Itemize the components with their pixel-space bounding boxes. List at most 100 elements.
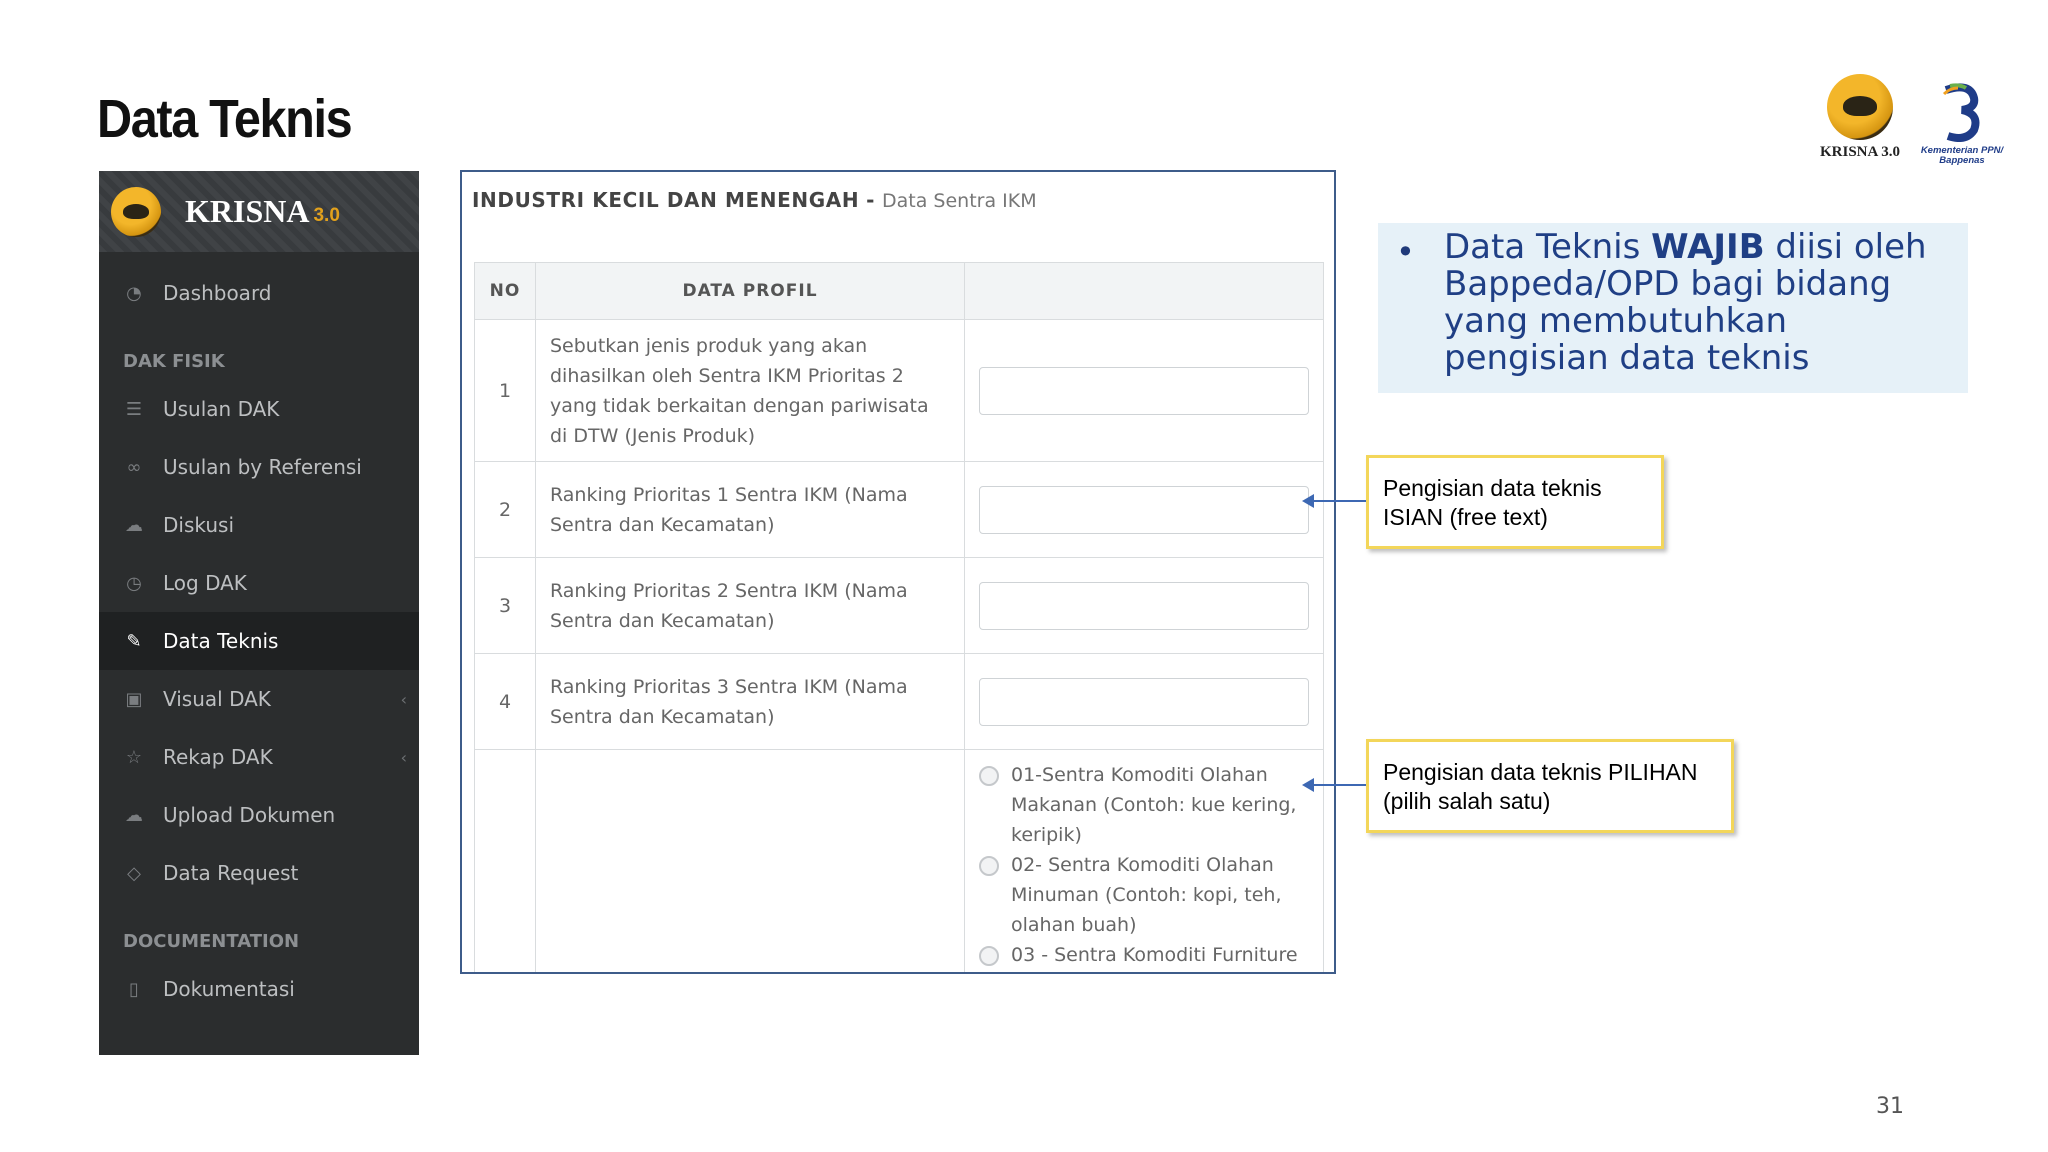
table-row: 4 Ranking Prioritas 3 Sentra IKM (Nama S…	[474, 653, 1324, 750]
row-question: Sebutkan jenis produk yang akan dihasilk…	[535, 319, 965, 462]
arrow-isian	[1302, 494, 1366, 508]
row-number: 4	[474, 653, 536, 750]
sidebar: KRISNA 3.0 ◔ Dashboard DAK FISIK ☰ Usula…	[99, 171, 419, 1055]
info-text-part1: Data Teknis	[1444, 227, 1652, 267]
form-title-separator: -	[866, 188, 876, 212]
radio-button[interactable]	[979, 766, 999, 786]
radio-option-makanan[interactable]: 01-Sentra Komoditi Olahan Makanan (Conto…	[979, 760, 1309, 850]
chevron-left-icon: ‹	[400, 747, 407, 767]
sidebar-item-dokumentasi[interactable]: ▯ Dokumentasi	[99, 960, 419, 1018]
radio-option-minuman[interactable]: 02- Sentra Komoditi Olahan Minuman (Cont…	[979, 850, 1309, 940]
sidebar-item-label: Log DAK	[163, 571, 247, 595]
clock-icon: ◷	[126, 572, 142, 594]
link-icon: ∞	[126, 456, 142, 478]
bappenas-mark-icon	[1942, 83, 1980, 142]
sidebar-item-usulan-dak[interactable]: ☰ Usulan DAK	[99, 380, 419, 438]
sidebar-item-label: Diskusi	[163, 513, 234, 537]
paperclip-icon: ✎	[126, 630, 142, 652]
column-header-value	[964, 262, 1324, 320]
bullet-icon: •	[1396, 233, 1415, 271]
sidebar-item-label: Usulan by Referensi	[163, 455, 362, 479]
row-question	[535, 749, 965, 972]
radio-button[interactable]	[979, 946, 999, 966]
data-profil-table: NO DATA PROFIL 1 Sebutkan jenis produk y…	[474, 262, 1324, 972]
sidebar-item-usulan-by-referensi[interactable]: ∞ Usulan by Referensi	[99, 438, 419, 496]
row-answer-cell	[964, 653, 1324, 750]
chevron-left-icon: ‹	[400, 689, 407, 709]
brand-name: KRISNA	[185, 193, 310, 229]
row-answer-cell	[964, 461, 1324, 558]
tag-icon: ◇	[127, 862, 141, 884]
row-question: Ranking Prioritas 3 Sentra IKM (Nama Sen…	[535, 653, 965, 750]
sidebar-item-label: Dokumentasi	[163, 977, 295, 1001]
info-text-emphasis: WAJIB	[1651, 227, 1765, 267]
row-question: Ranking Prioritas 2 Sentra IKM (Nama Sen…	[535, 557, 965, 654]
sidebar-section-documentation: DOCUMENTATION	[123, 931, 300, 952]
sidebar-item-log-dak[interactable]: ◷ Log DAK	[99, 554, 419, 612]
sidebar-item-label: Dashboard	[163, 281, 272, 305]
form-subtitle: Data Sentra IKM	[882, 190, 1037, 212]
ranking-prioritas-2-input[interactable]	[979, 581, 1309, 630]
jenis-produk-input[interactable]	[979, 366, 1309, 415]
sidebar-item-label: Visual DAK	[163, 687, 271, 711]
sidebar-item-dashboard[interactable]: ◔ Dashboard	[99, 264, 419, 322]
table-row: 1 Sebutkan jenis produk yang akan dihasi…	[474, 319, 1324, 462]
krisna-logo: KRISNA 3.0	[1810, 74, 1910, 161]
sidebar-item-label: Usulan DAK	[163, 397, 280, 421]
sidebar-item-data-request[interactable]: ◇ Data Request	[99, 844, 419, 902]
krisna-logo-caption: KRISNA 3.0	[1819, 144, 1901, 160]
table-header-row: NO DATA PROFIL	[474, 262, 1324, 320]
sidebar-item-diskusi[interactable]: ☁ Diskusi	[99, 496, 419, 554]
page-number: 31	[1876, 1094, 1904, 1119]
table-row: 3 Ranking Prioritas 2 Sentra IKM (Nama S…	[474, 557, 1324, 654]
arrow-pilihan	[1302, 778, 1366, 792]
radio-option-furniture[interactable]: 03 - Sentra Komoditi Furniture	[979, 940, 1309, 970]
slide-title: Data Teknis	[97, 89, 353, 149]
data-teknis-form-panel: INDUSTRI KECIL DAN MENENGAH - Data Sentr…	[460, 170, 1336, 974]
radio-option-label: 02- Sentra Komoditi Olahan Minuman (Cont…	[1011, 854, 1282, 936]
sidebar-brand[interactable]: KRISNA 3.0	[99, 171, 419, 252]
bappenas-logo: Kementerian PPN/ Bappenas	[1912, 82, 2012, 166]
row-number	[474, 749, 536, 972]
table-row: 01-Sentra Komoditi Olahan Makanan (Conto…	[474, 749, 1324, 972]
sidebar-item-visual-dak[interactable]: ▣ Visual DAK ‹	[99, 670, 419, 728]
row-answer-cell	[964, 557, 1324, 654]
sidebar-section-dak-fisik: DAK FISIK	[123, 351, 225, 372]
sidebar-item-label: Upload Dokumen	[163, 803, 336, 827]
radio-button[interactable]	[979, 856, 999, 876]
dashboard-icon: ◔	[126, 282, 142, 304]
sidebar-item-label: Data Request	[163, 861, 299, 885]
callout-pilihan: Pengisian data teknis PILIHAN (pilih sal…	[1366, 739, 1734, 833]
brand-version: 3.0	[313, 204, 340, 226]
column-header-data-profil: DATA PROFIL	[535, 262, 965, 320]
sidebar-item-rekap-dak[interactable]: ☆ Rekap DAK ‹	[99, 728, 419, 786]
krisna-seal-icon	[1827, 74, 1893, 140]
callout-isian: Pengisian data teknis ISIAN (free text)	[1366, 455, 1664, 549]
sidebar-item-data-teknis[interactable]: ✎ Data Teknis	[99, 612, 419, 670]
info-box: • Data Teknis WAJIB diisi oleh Bappeda/O…	[1378, 223, 1968, 393]
column-header-no: NO	[474, 262, 536, 320]
radio-option-label: 01-Sentra Komoditi Olahan Makanan (Conto…	[1011, 764, 1297, 846]
table-row: 2 Ranking Prioritas 1 Sentra IKM (Nama S…	[474, 461, 1324, 558]
book-icon: ▯	[129, 978, 139, 1000]
form-title-main: INDUSTRI KECIL DAN MENENGAH	[472, 188, 860, 212]
ranking-prioritas-3-input[interactable]	[979, 677, 1309, 726]
sidebar-item-upload-dokumen[interactable]: ☁ Upload Dokumen	[99, 786, 419, 844]
row-number: 3	[474, 557, 536, 654]
row-answer-cell	[964, 319, 1324, 462]
star-icon: ☆	[125, 746, 143, 768]
row-number: 1	[474, 319, 536, 462]
info-text: Data Teknis WAJIB diisi oleh Bappeda/OPD…	[1444, 229, 1954, 377]
list-icon: ☰	[125, 398, 143, 420]
chat-icon: ☁	[125, 514, 143, 536]
row-number: 2	[474, 461, 536, 558]
row-question: Ranking Prioritas 1 Sentra IKM (Nama Sen…	[535, 461, 965, 558]
krisna-seal-icon	[111, 186, 161, 237]
sidebar-item-label: Data Teknis	[163, 629, 279, 653]
form-title: INDUSTRI KECIL DAN MENENGAH - Data Sentr…	[472, 188, 1037, 212]
radio-option-label: 03 - Sentra Komoditi Furniture	[1011, 944, 1298, 966]
sidebar-item-label: Rekap DAK	[163, 745, 273, 769]
row-answer-cell: 01-Sentra Komoditi Olahan Makanan (Conto…	[964, 749, 1324, 972]
image-icon: ▣	[125, 688, 143, 710]
ranking-prioritas-1-input[interactable]	[979, 485, 1309, 534]
